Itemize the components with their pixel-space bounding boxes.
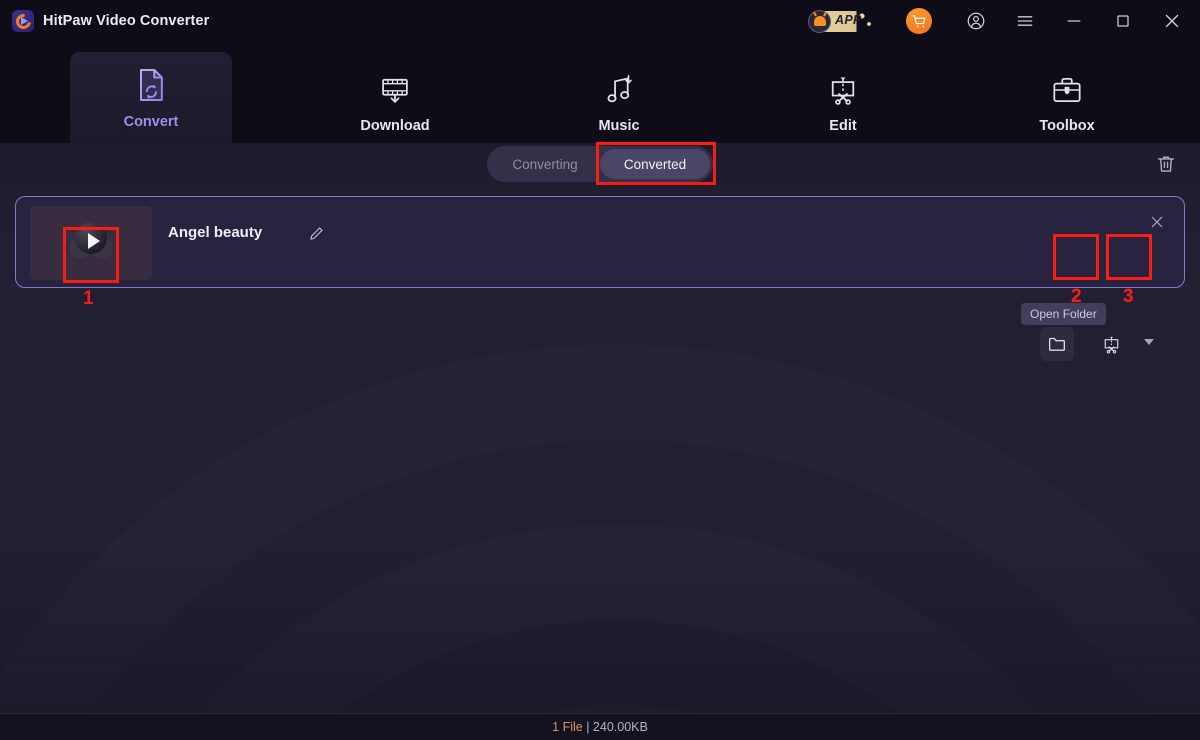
title-bar-actions: APP [808, 0, 1200, 42]
converted-file-card: Angel beauty [15, 196, 1185, 288]
window-title: HitPaw Video Converter [43, 13, 210, 29]
main-content: Converting Converted Angel beauty Open F… [0, 143, 1200, 713]
brand: HitPaw Video Converter [0, 10, 209, 32]
status-separator: | [582, 720, 593, 734]
tab-label: Convert [123, 114, 179, 130]
shopping-cart-icon[interactable] [906, 8, 932, 34]
tab-download[interactable]: Download [314, 52, 476, 153]
segment-converting[interactable]: Converting [490, 149, 600, 179]
music-note-icon [607, 74, 632, 103]
app-badge-label: APP [835, 12, 862, 27]
tab-label: Toolbox [1039, 118, 1095, 134]
remove-file-close-icon[interactable] [1146, 211, 1168, 233]
tab-label: Music [598, 118, 640, 134]
status-file-count: 1 File [552, 720, 583, 734]
android-robot-icon [808, 9, 831, 33]
app-promo-badge[interactable]: APP [808, 9, 882, 34]
segment-converted[interactable]: Converted [600, 149, 710, 179]
open-folder-button[interactable] [1040, 327, 1074, 361]
file-name: Angel beauty [168, 224, 263, 241]
tab-convert[interactable]: Convert [70, 52, 232, 143]
play-button-icon[interactable] [69, 221, 113, 265]
tab-label: Download [360, 118, 430, 134]
edit-file-button[interactable] [1094, 327, 1128, 361]
chevron-down-icon[interactable] [1144, 339, 1154, 345]
tab-toolbox[interactable]: Toolbox [986, 52, 1148, 153]
status-text: 1 File | 240.00KB [552, 720, 648, 734]
user-account-icon[interactable] [958, 0, 994, 42]
close-icon[interactable] [1154, 0, 1190, 42]
folder-icon [1049, 337, 1065, 351]
hitpaw-logo-icon [12, 10, 34, 32]
hamburger-menu-icon[interactable] [1007, 0, 1043, 42]
tab-edit[interactable]: Edit [762, 52, 924, 153]
status-bar: 1 File | 240.00KB [0, 713, 1200, 740]
film-download-icon [382, 78, 408, 103]
file-thumbnail[interactable] [30, 206, 152, 280]
minimize-icon[interactable] [1056, 0, 1092, 42]
crop-scissors-icon [831, 77, 855, 105]
background-rings-decoration [0, 338, 1200, 713]
tab-music[interactable]: Music [538, 52, 700, 153]
toolbox-icon [1053, 78, 1081, 102]
main-navigation: Convert Download Music Edit Toolbox [0, 42, 1200, 143]
app-window: HitPaw Video Converter APP Convert Downl… [0, 0, 1200, 740]
file-convert-icon [140, 69, 163, 101]
status-total-size: 240.00KB [592, 720, 648, 734]
crop-scissors-icon [1104, 336, 1118, 354]
title-bar: HitPaw Video Converter APP [0, 0, 1200, 42]
tab-label: Edit [829, 118, 857, 134]
pencil-edit-icon[interactable] [308, 225, 328, 245]
maximize-icon[interactable] [1105, 0, 1141, 42]
trash-icon[interactable] [1152, 150, 1180, 178]
open-folder-tooltip: Open Folder [1021, 303, 1106, 325]
